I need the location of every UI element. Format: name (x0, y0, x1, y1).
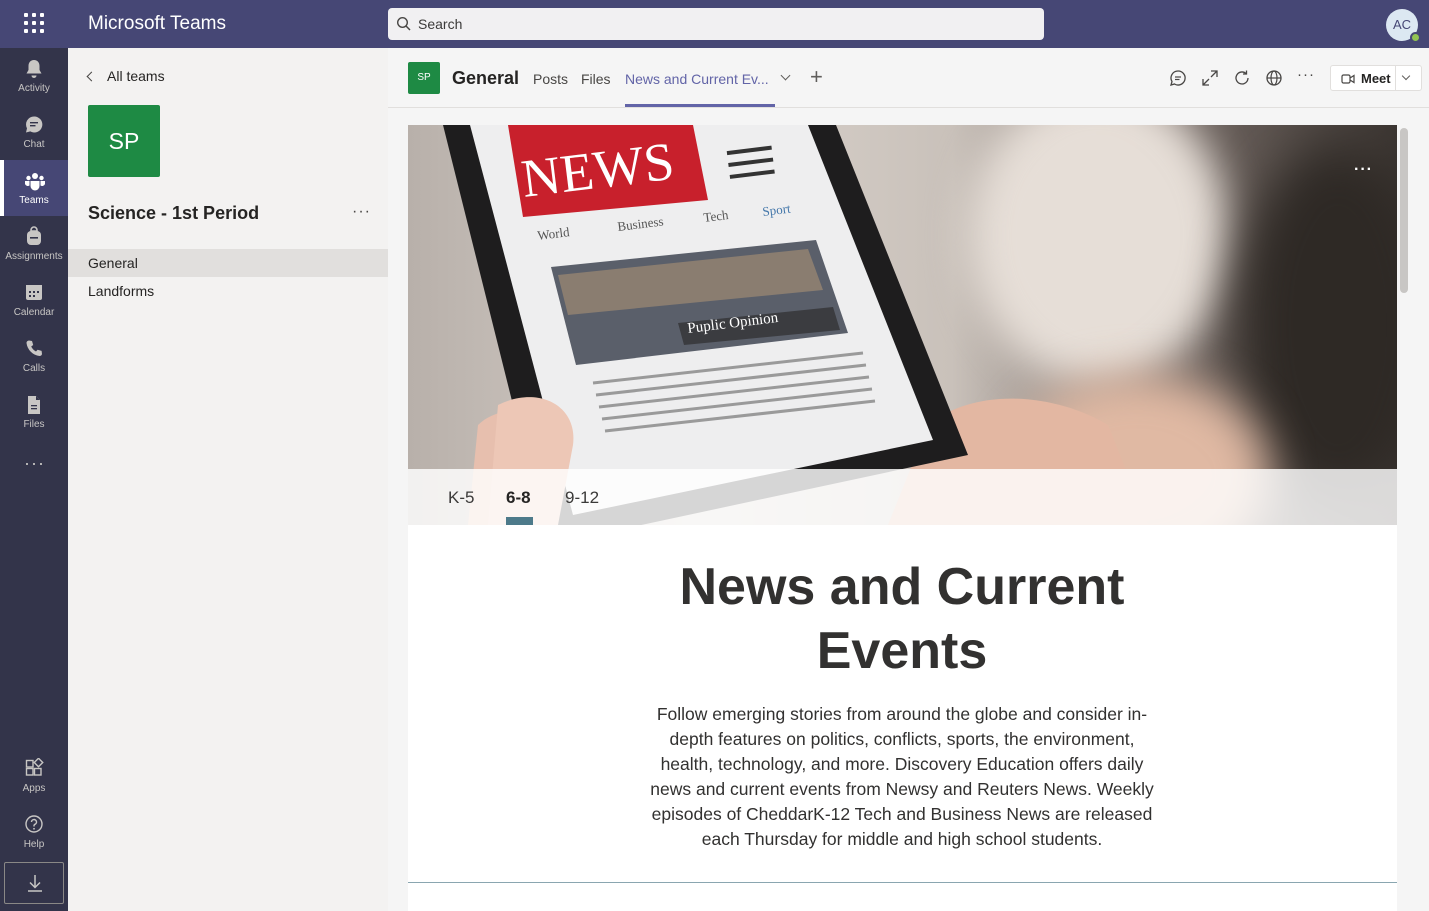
section-divider (408, 882, 1397, 883)
rail-label: Teams (19, 195, 49, 206)
more-options-button[interactable]: ··· (1297, 66, 1315, 83)
help-icon (25, 815, 43, 833)
channel-team-avatar: SP (408, 62, 440, 94)
backpack-icon (27, 226, 41, 245)
rail-item-apps[interactable]: Apps (0, 748, 68, 804)
add-tab-button[interactable]: + (810, 66, 823, 88)
rail-item-files[interactable]: Files (0, 384, 68, 440)
apps-icon (25, 758, 44, 776)
chevron-left-icon (86, 71, 97, 82)
user-avatar[interactable]: AC (1386, 9, 1421, 43)
channel-item-landforms[interactable]: Landforms (68, 277, 388, 305)
active-grade-indicator (506, 517, 533, 525)
grade-tab-6-8[interactable]: 6-8 (506, 488, 531, 508)
rail-item-help[interactable]: Help (0, 804, 68, 860)
phone-news-illustration: NEWS World Business Tech Sport Puplic Op… (443, 125, 1148, 525)
meet-divider (1395, 66, 1396, 90)
globe-icon[interactable] (1265, 69, 1283, 87)
rail-label: Calls (22, 363, 46, 374)
all-teams-link[interactable]: All teams (86, 68, 165, 84)
video-camera-icon (1341, 74, 1355, 84)
active-tab-indicator (625, 104, 775, 107)
hero-more-button[interactable]: ··· (1354, 161, 1373, 179)
search-box[interactable] (388, 8, 1044, 40)
tab-posts[interactable]: Posts (533, 71, 568, 87)
team-name: Science - 1st Period (88, 203, 260, 223)
refresh-icon[interactable] (1233, 69, 1251, 87)
search-icon (396, 16, 411, 31)
phone-icon (26, 340, 42, 356)
page-headline: News and Current Events (679, 558, 1125, 680)
tab-news-and-current-events[interactable]: News and Current Ev... (625, 71, 769, 87)
all-teams-label: All teams (107, 68, 165, 84)
app-launcher-icon[interactable] (24, 13, 44, 33)
rail-label: Chat (23, 139, 45, 150)
rail-item-calendar[interactable]: Calendar (0, 272, 68, 328)
app-title: Microsoft Teams (88, 13, 226, 34)
conversation-icon[interactable] (1169, 69, 1187, 87)
rail-item-chat[interactable]: Chat (0, 104, 68, 160)
phone-section-tech: Tech (703, 207, 730, 225)
channel-item-general[interactable]: General (68, 249, 388, 277)
calendar-icon (26, 285, 42, 300)
team-avatar: SP (88, 105, 160, 177)
download-button[interactable] (4, 862, 64, 904)
rail-item-assignments[interactable]: Assignments (0, 216, 68, 272)
chat-icon (26, 116, 43, 133)
grade-tab-k-5[interactable]: K-5 (448, 488, 474, 508)
rail-item-teams[interactable]: Teams (0, 160, 68, 216)
rail-label: Assignments (5, 251, 63, 262)
tab-files[interactable]: Files (581, 71, 611, 87)
rail-label: Activity (18, 83, 50, 94)
bell-icon (26, 60, 42, 78)
meet-dropdown-chevron-icon[interactable] (1401, 71, 1411, 81)
channel-name: General (452, 68, 520, 88)
rail-label: Files (23, 419, 45, 430)
user-initials: AC (1392, 17, 1412, 32)
title-bar: Microsoft Teams AC (0, 0, 1429, 48)
presence-available-icon (1410, 32, 1421, 43)
page-description: Follow emerging stories from around the … (650, 704, 1154, 849)
search-input[interactable] (418, 8, 1018, 40)
app-rail: Activity Chat Teams Assignments Calendar… (0, 48, 68, 911)
expand-icon[interactable] (1201, 69, 1219, 87)
more-apps-button[interactable]: ··· (24, 454, 44, 478)
file-icon (28, 396, 40, 414)
rail-label: Calendar (13, 307, 55, 318)
teams-icon (25, 173, 45, 191)
meet-button[interactable]: Meet (1330, 65, 1422, 91)
meet-label: Meet (1361, 71, 1391, 86)
grade-filter-bar: K-5 6-8 9-12 (408, 469, 1397, 525)
channel-header: SP General Posts Files News and Current … (388, 48, 1429, 108)
rail-item-calls[interactable]: Calls (0, 328, 68, 384)
rail-label: Help (23, 839, 45, 850)
team-more-button[interactable]: ··· (352, 203, 371, 221)
hero-image: NEWS World Business Tech Sport Puplic Op… (408, 125, 1397, 525)
rail-label: Apps (22, 783, 46, 794)
rail-item-activity[interactable]: Activity (0, 48, 68, 104)
chevron-down-icon[interactable] (780, 70, 791, 81)
grade-tab-9-12[interactable]: 9-12 (565, 488, 599, 508)
content-scrollbar[interactable] (1400, 128, 1408, 293)
team-panel: All teams SP Science - 1st Period ··· Ge… (68, 48, 388, 911)
tab-content: NEWS World Business Tech Sport Puplic Op… (408, 125, 1397, 911)
download-icon (28, 875, 42, 892)
